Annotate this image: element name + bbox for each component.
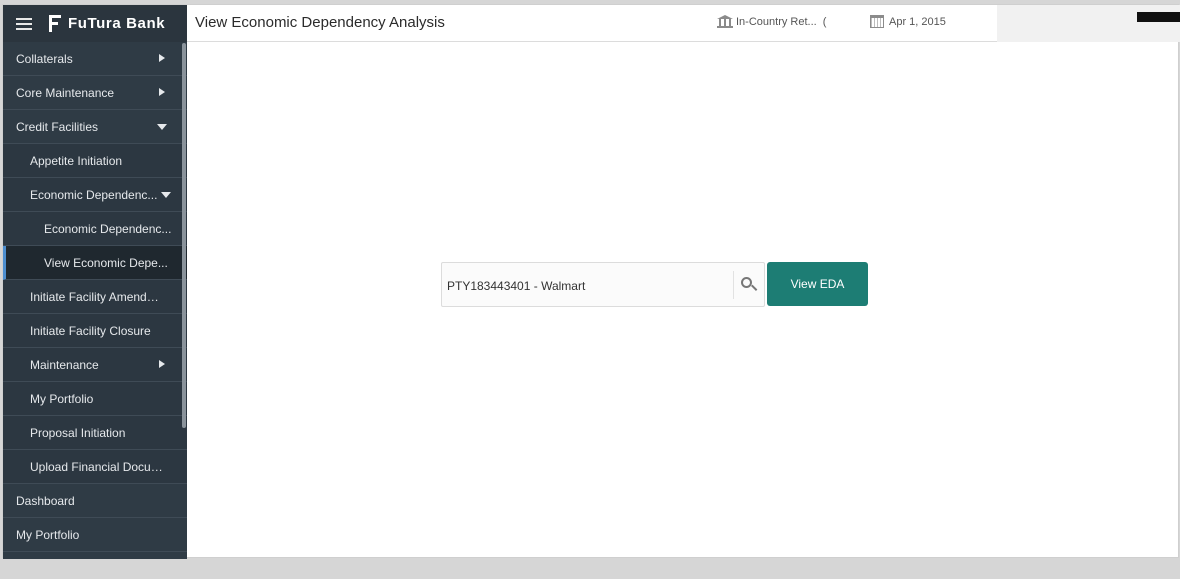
- sidebar-item-label: Economic Dependenc...: [30, 187, 158, 202]
- sidebar-item-credit-facilities[interactable]: Credit Facilities: [3, 110, 187, 144]
- sidebar-item-label: Initiate Facility Amendm...: [30, 289, 164, 304]
- sidebar-item-economic-dependency[interactable]: Economic Dependenc...: [3, 178, 187, 212]
- app-window: FuTura Bank Collaterals Core Maintenance…: [2, 4, 1180, 559]
- sidebar-item-label: Dashboard: [16, 493, 75, 508]
- top-header: View Economic Dependency Analysis In-Cou…: [187, 5, 1180, 42]
- header-right-panel: [997, 5, 1180, 42]
- hamburger-menu-icon[interactable]: [16, 17, 32, 30]
- sidebar-item-my-portfolio[interactable]: My Portfolio: [3, 518, 187, 552]
- sidebar-item-label: Credit Facilities: [16, 119, 99, 134]
- window-control-bar[interactable]: [1137, 12, 1180, 22]
- sidebar-item-proposal-initiation[interactable]: Proposal Initiation: [3, 416, 187, 450]
- sidebar-item-label: Economic Dependenc...: [44, 221, 172, 236]
- entity-name: In-Country Ret...: [736, 15, 817, 28]
- sidebar-item-label: View Economic Depe...: [44, 255, 168, 270]
- sidebar-scrollbar[interactable]: [182, 43, 186, 428]
- sidebar-item-appetite-initiation[interactable]: Appetite Initiation: [3, 144, 187, 178]
- page-title: View Economic Dependency Analysis: [195, 14, 445, 31]
- sidebar-item-initiate-facility-closure[interactable]: Initiate Facility Closure: [3, 314, 187, 348]
- chevron-right-icon: [159, 360, 165, 368]
- sidebar-item-dashboard[interactable]: Dashboard: [3, 484, 187, 518]
- view-eda-button[interactable]: View EDA: [767, 262, 868, 306]
- sidebar-item-label: Proposal Initiation: [30, 425, 126, 440]
- search-divider: [733, 271, 734, 299]
- calendar-icon: [870, 15, 884, 28]
- chevron-down-icon: [157, 124, 167, 130]
- sidebar-nav: Collaterals Core Maintenance Credit Faci…: [3, 42, 187, 552]
- sidebar-item-maintenance[interactable]: Maintenance: [3, 348, 187, 382]
- business-date-value: Apr 1, 2015: [889, 15, 946, 28]
- sidebar-item-label: My Portfolio: [30, 391, 94, 406]
- sidebar-item-label: Upload Financial Docum...: [30, 459, 164, 474]
- entity-selector[interactable]: In-Country Ret... (: [717, 15, 826, 28]
- sidebar-item-label: Core Maintenance: [16, 85, 115, 100]
- sidebar-item-initiate-facility-amendment[interactable]: Initiate Facility Amendm...: [3, 280, 187, 314]
- sidebar-item-collaterals[interactable]: Collaterals: [3, 42, 187, 76]
- sidebar-item-label: Maintenance: [30, 357, 99, 372]
- chevron-right-icon: [159, 54, 165, 62]
- sidebar-item-label: My Portfolio: [16, 527, 80, 542]
- bank-logo-icon: [49, 15, 62, 32]
- sidebar-item-core-maintenance[interactable]: Core Maintenance: [3, 76, 187, 110]
- sidebar-item-upload-financial-documents[interactable]: Upload Financial Docum...: [3, 450, 187, 484]
- business-date[interactable]: Apr 1, 2015: [870, 15, 946, 28]
- sidebar-item-label: Appetite Initiation: [30, 153, 123, 168]
- sidebar-item-label: Initiate Facility Closure: [30, 323, 151, 338]
- brand-bar: FuTura Bank: [3, 5, 187, 42]
- sidebar-item-economic-dependency-analysis[interactable]: Economic Dependenc...: [3, 212, 187, 246]
- chevron-right-icon: [159, 88, 165, 96]
- sidebar-item-view-economic-dependency[interactable]: View Economic Depe...: [3, 246, 187, 280]
- party-search-field[interactable]: PTY183443401 - Walmart: [441, 262, 765, 307]
- bank-building-icon: [717, 15, 733, 28]
- search-icon[interactable]: [741, 277, 758, 293]
- sidebar: FuTura Bank Collaterals Core Maintenance…: [3, 5, 187, 559]
- sidebar-item-my-portfolio-sub[interactable]: My Portfolio: [3, 382, 187, 416]
- entity-suffix: (: [822, 15, 827, 28]
- party-search-value[interactable]: PTY183443401 - Walmart: [447, 279, 585, 293]
- sidebar-item-label: Collaterals: [16, 51, 73, 66]
- brand-name: FuTura Bank: [68, 15, 166, 32]
- chevron-down-icon: [161, 191, 172, 198]
